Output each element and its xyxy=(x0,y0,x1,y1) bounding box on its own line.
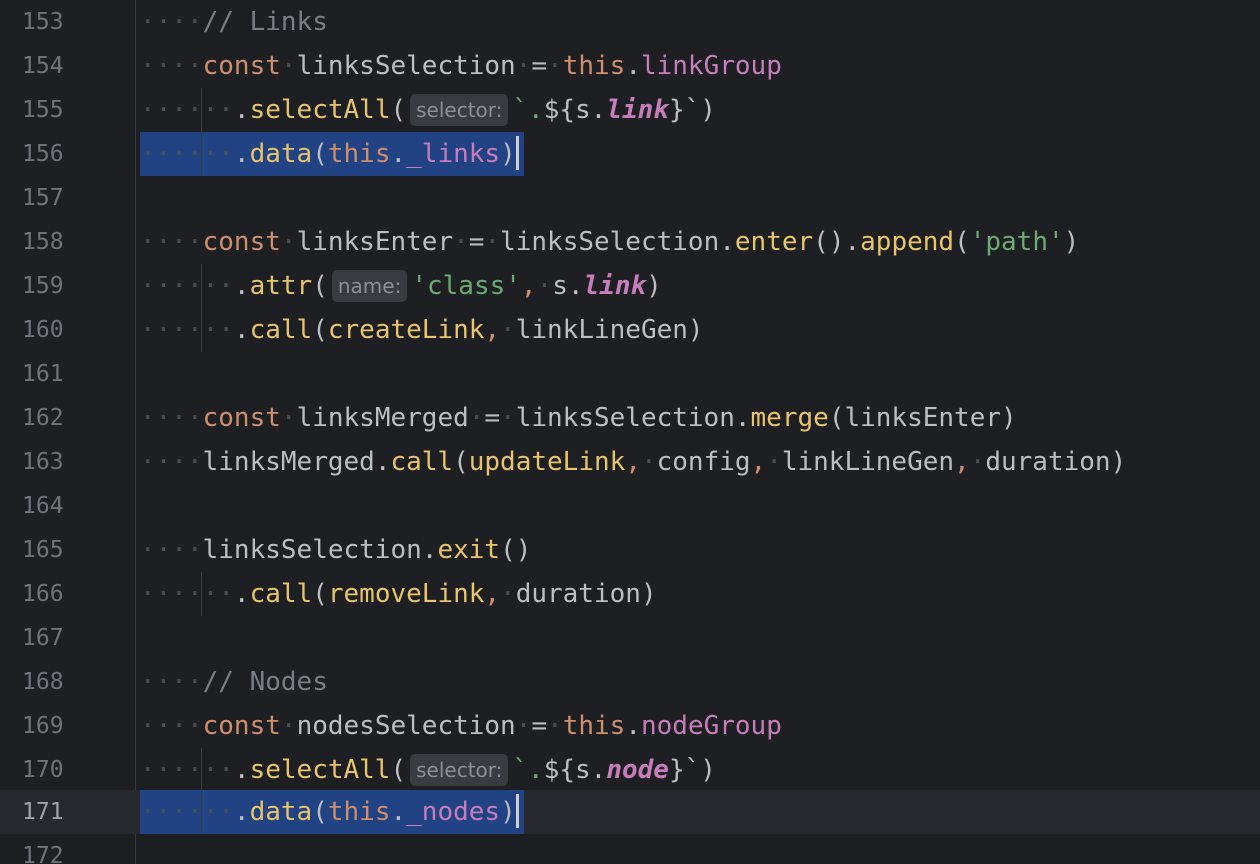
line-number: 156 xyxy=(22,141,64,167)
line-number: 161 xyxy=(22,361,64,387)
code-text: ····linksMerged.call(updateLink,·config,… xyxy=(140,447,1127,477)
code-text: ····// Nodes xyxy=(140,667,328,697)
code-line[interactable]: 161 xyxy=(0,352,1260,396)
code-text: ······.data(this._nodes) xyxy=(140,790,519,834)
code-text: ······.selectAll(selector: `.${s.node}`) xyxy=(140,754,716,786)
line-number: 162 xyxy=(22,405,64,431)
code-line[interactable]: 162 ····const·linksMerged·=·linksSelecti… xyxy=(0,396,1260,440)
indent-guide xyxy=(201,748,202,834)
code-text: ······.call(removeLink,·duration) xyxy=(140,579,657,609)
code-line[interactable]: 172 xyxy=(0,834,1260,864)
code-text: ····const·linksSelection·=·this.linkGrou… xyxy=(140,51,782,81)
code-line[interactable]: 155 ······.selectAll(selector: `.${s.link… xyxy=(0,88,1260,132)
indent-guide xyxy=(201,264,202,352)
text-caret xyxy=(515,794,519,828)
line-number: 153 xyxy=(22,9,64,35)
line-number: 157 xyxy=(22,185,64,211)
line-number: 167 xyxy=(22,625,64,651)
code-line[interactable]: 160 ······.call(createLink,·linkLineGen) xyxy=(0,308,1260,352)
code-line[interactable]: 168 ····// Nodes xyxy=(0,660,1260,704)
code-line[interactable]: 166 ······.call(removeLink,·duration) xyxy=(0,572,1260,616)
code-text: ····const·linksMerged·=·linksSelection.m… xyxy=(140,403,1017,433)
line-number: 160 xyxy=(22,317,64,343)
code-line[interactable]: 165 ····linksSelection.exit() xyxy=(0,528,1260,572)
code-line-current[interactable]: 171 ······.data(this._nodes) xyxy=(0,790,1260,834)
line-number: 169 xyxy=(22,713,64,739)
code-line[interactable]: 169 ····const·nodesSelection·=·this.node… xyxy=(0,704,1260,748)
code-line[interactable]: 154 ····const·linksSelection·=·this.link… xyxy=(0,44,1260,88)
indent-guide xyxy=(201,88,202,176)
text-caret xyxy=(515,136,519,170)
code-text: ······.data(this._links) xyxy=(140,132,519,176)
code-line[interactable]: 163 ····linksMerged.call(updateLink,·con… xyxy=(0,440,1260,484)
parameter-hint: selector: xyxy=(410,94,509,126)
code-line[interactable]: 159 ······.attr(name:'class',·s.link) xyxy=(0,264,1260,308)
code-line[interactable]: 170 ······.selectAll(selector: `.${s.node… xyxy=(0,748,1260,792)
line-number: 155 xyxy=(22,97,64,123)
parameter-hint: selector: xyxy=(410,754,509,786)
code-text: ······.attr(name:'class',·s.link) xyxy=(140,270,662,302)
line-number: 172 xyxy=(22,843,64,864)
code-line[interactable]: 164 xyxy=(0,484,1260,528)
line-number: 159 xyxy=(22,273,64,299)
line-number: 168 xyxy=(22,669,64,695)
code-line-selected[interactable]: 156 ······.data(this._links) xyxy=(0,132,1260,176)
line-number: 154 xyxy=(22,53,64,79)
line-number: 171 xyxy=(22,799,64,825)
code-editor[interactable]: 153 ····// Links 154 ····const·linksSele… xyxy=(0,0,1260,864)
code-text: ······.selectAll(selector: `.${s.link}`) xyxy=(140,94,716,126)
code-line[interactable]: 158 ····const·linksEnter·=·linksSelectio… xyxy=(0,220,1260,264)
code-text: ····// Links xyxy=(140,7,328,37)
code-text: ····const·linksEnter·=·linksSelection.en… xyxy=(140,227,1080,257)
line-number: 158 xyxy=(22,229,64,255)
line-number: 170 xyxy=(22,757,64,783)
code-line[interactable]: 157 xyxy=(0,176,1260,220)
parameter-hint: name: xyxy=(331,270,408,302)
code-text: ······.call(createLink,·linkLineGen) xyxy=(140,315,704,345)
line-number: 163 xyxy=(22,449,64,475)
line-number: 165 xyxy=(22,537,64,563)
line-number: 164 xyxy=(22,493,64,519)
code-text: ····const·nodesSelection·=·this.nodeGrou… xyxy=(140,711,782,741)
code-text: ····linksSelection.exit() xyxy=(140,535,532,565)
line-number: 166 xyxy=(22,581,64,607)
indent-guide xyxy=(201,572,202,616)
code-line[interactable]: 167 xyxy=(0,616,1260,660)
code-line[interactable]: 153 ····// Links xyxy=(0,0,1260,44)
